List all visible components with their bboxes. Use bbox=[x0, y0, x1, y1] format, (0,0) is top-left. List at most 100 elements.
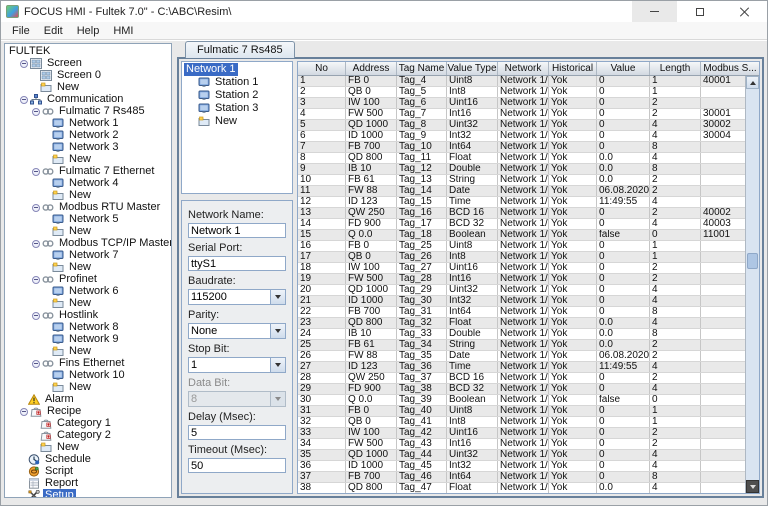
expand-toggle-icon[interactable] bbox=[19, 407, 28, 416]
scrollbar-thumb[interactable] bbox=[747, 253, 758, 270]
table-row[interactable]: 32QB 0Tag_41Int8Network 1/...Yok01 bbox=[298, 417, 745, 428]
sidebar-item-network-5-14[interactable]: Network 5 bbox=[5, 213, 171, 225]
sidebar-item-modbus-tcp-ip-master-16[interactable]: Modbus TCP/IP Master bbox=[5, 237, 171, 249]
serial-port-input[interactable] bbox=[188, 256, 286, 271]
table-row[interactable]: 35QD 1000Tag_44Uint32Network 1/...Yok04 bbox=[298, 450, 745, 461]
menu-hmi[interactable]: HMI bbox=[106, 24, 140, 38]
table-row[interactable]: 25FB 61Tag_34StringNetwork 1/...Yok0.02 bbox=[298, 340, 745, 351]
table-row[interactable]: 33IW 100Tag_42Uint16Network 1/...Yok02 bbox=[298, 428, 745, 439]
table-row[interactable]: 13QW 250Tag_16BCD 16Network 1/...Yok0240… bbox=[298, 208, 745, 219]
menu-help[interactable]: Help bbox=[70, 24, 107, 38]
sidebar-item-new-15[interactable]: New bbox=[5, 225, 171, 237]
network-name-input[interactable] bbox=[188, 223, 286, 238]
table-row[interactable]: 2QB 0Tag_5Int8Network 1/...Yok01 bbox=[298, 87, 745, 98]
sidebar-item-hostlink-22[interactable]: Hostlink bbox=[5, 309, 171, 321]
table-row[interactable]: 15Q 0.0Tag_18BooleanNetwork 1/...Yokfals… bbox=[298, 230, 745, 241]
sidebar-item-new-12[interactable]: New bbox=[5, 189, 171, 201]
sidebar-item-network-7-17[interactable]: Network 7 bbox=[5, 249, 171, 261]
column-header-network[interactable]: Network bbox=[498, 62, 549, 75]
sidebar-item-new-28[interactable]: New bbox=[5, 381, 171, 393]
sidebar-item-network-2-7[interactable]: Network 2 bbox=[5, 129, 171, 141]
table-row[interactable]: 17QB 0Tag_26Int8Network 1/...Yok01 bbox=[298, 252, 745, 263]
sidebar-item-network-9-24[interactable]: Network 9 bbox=[5, 333, 171, 345]
sidebar-item-fulmatic-7-rs485-5[interactable]: Fulmatic 7 Rs485 bbox=[5, 105, 171, 117]
table-row[interactable]: 24IB 10Tag_33DoubleNetwork 1/...Yok0.08 bbox=[298, 329, 745, 340]
table-row[interactable]: 18IW 100Tag_27Uint16Network 1/...Yok02 bbox=[298, 263, 745, 274]
sidebar-item-network-4-11[interactable]: Network 4 bbox=[5, 177, 171, 189]
expand-toggle-icon[interactable] bbox=[31, 311, 40, 320]
table-row[interactable]: 37FB 700Tag_46Int64Network 1/...Yok08 bbox=[298, 472, 745, 483]
sidebar-item-communication[interactable]: Communication bbox=[5, 93, 171, 105]
sidebar-item-new-3[interactable]: New bbox=[5, 81, 171, 93]
sidebar-item-alarm[interactable]: Alarm bbox=[5, 393, 171, 405]
table-row[interactable]: 10FB 61Tag_13StringNetwork 1/...Yok0.02 bbox=[298, 175, 745, 186]
table-row[interactable]: 31FB 0Tag_40Uint8Network 1/...Yok01 bbox=[298, 406, 745, 417]
scroll-down-button[interactable] bbox=[746, 480, 759, 493]
minimize-button[interactable] bbox=[632, 1, 677, 22]
table-row[interactable]: 1FB 0Tag_4Uint8Network 1/...Yok0140001 bbox=[298, 76, 745, 87]
timeout-msec-input[interactable] bbox=[188, 458, 286, 473]
sidebar-item-new-21[interactable]: New bbox=[5, 297, 171, 309]
sidebar-item-modbus-rtu-master-13[interactable]: Modbus RTU Master bbox=[5, 201, 171, 213]
column-header-address[interactable]: Address bbox=[346, 62, 397, 75]
maximize-button[interactable] bbox=[677, 1, 722, 22]
table-row[interactable]: 26FW 88Tag_35DateNetwork 1/...Yok06.08.2… bbox=[298, 351, 745, 362]
column-header-no[interactable]: No bbox=[298, 62, 346, 75]
column-header-value-type[interactable]: Value Type bbox=[447, 62, 498, 75]
baudrate-dropdown[interactable]: 115200 bbox=[188, 289, 286, 305]
table-row[interactable]: 21ID 1000Tag_30Int32Network 1/...Yok04 bbox=[298, 296, 745, 307]
sidebar-item-network-10-27[interactable]: Network 10 bbox=[5, 369, 171, 381]
column-header-length[interactable]: Length bbox=[650, 62, 701, 75]
sidebar-item-setup[interactable]: Setup bbox=[5, 489, 171, 497]
sidebar-item-network-1-6[interactable]: Network 1 bbox=[5, 117, 171, 129]
parity-dropdown[interactable]: None bbox=[188, 323, 286, 339]
table-row[interactable]: 29FD 900Tag_38BCD 32Network 1/...Yok04 bbox=[298, 384, 745, 395]
expand-toggle-icon[interactable] bbox=[31, 203, 40, 212]
table-row[interactable]: 11FW 88Tag_14DateNetwork 1/...Yok06.08.2… bbox=[298, 186, 745, 197]
column-header-value[interactable]: Value bbox=[597, 62, 650, 75]
expand-toggle-icon[interactable] bbox=[19, 95, 28, 104]
column-header-tag-name[interactable]: Tag Name bbox=[397, 62, 447, 75]
expand-toggle-icon[interactable] bbox=[31, 359, 40, 368]
stop-bit-dropdown[interactable]: 1 bbox=[188, 357, 286, 373]
sidebar-item-fultek[interactable]: FULTEK bbox=[5, 45, 171, 57]
sidebar-item-category-2-32[interactable]: Category 2 bbox=[5, 429, 171, 441]
table-row[interactable]: 19FW 500Tag_28Int16Network 1/...Yok02 bbox=[298, 274, 745, 285]
expand-toggle-icon[interactable] bbox=[19, 59, 28, 68]
sidebar-item-category-1-31[interactable]: Category 1 bbox=[5, 417, 171, 429]
sidebar-item-new-18[interactable]: New bbox=[5, 261, 171, 273]
table-row[interactable]: 34FW 500Tag_43Int16Network 1/...Yok02 bbox=[298, 439, 745, 450]
close-button[interactable] bbox=[722, 1, 767, 22]
table-row[interactable]: 6ID 1000Tag_9Int32Network 1/...Yok043000… bbox=[298, 131, 745, 142]
table-row[interactable]: 30Q 0.0Tag_39BooleanNetwork 1/...Yokfals… bbox=[298, 395, 745, 406]
scrollbar-track[interactable] bbox=[746, 89, 759, 480]
table-row[interactable]: 16FB 0Tag_25Uint8Network 1/...Yok01 bbox=[298, 241, 745, 252]
sidebar-item-screen[interactable]: Screen bbox=[5, 57, 171, 69]
table-row[interactable]: 20QD 1000Tag_29Uint32Network 1/...Yok04 bbox=[298, 285, 745, 296]
table-vertical-scrollbar[interactable] bbox=[745, 76, 759, 493]
table-row[interactable]: 28QW 250Tag_37BCD 16Network 1/...Yok02 bbox=[298, 373, 745, 384]
expand-toggle-icon[interactable] bbox=[31, 167, 40, 176]
table-row[interactable]: 7FB 700Tag_10Int64Network 1/...Yok08 bbox=[298, 142, 745, 153]
network-tree-item-station-3[interactable]: Station 3 bbox=[182, 102, 292, 115]
tab-fulmatic-7-rs485[interactable]: Fulmatic 7 Rs485 bbox=[185, 41, 295, 58]
sidebar-item-profinet-19[interactable]: Profinet bbox=[5, 273, 171, 285]
sidebar-item-new-9[interactable]: New bbox=[5, 153, 171, 165]
table-row[interactable]: 8QD 800Tag_11FloatNetwork 1/...Yok0.04 bbox=[298, 153, 745, 164]
table-row[interactable]: 38QD 800Tag_47FloatNetwork 1/...Yok0.04 bbox=[298, 483, 745, 493]
network-tree-item-station-2[interactable]: Station 2 bbox=[182, 89, 292, 102]
expand-toggle-icon[interactable] bbox=[31, 107, 40, 116]
sidebar-item-network-3-8[interactable]: Network 3 bbox=[5, 141, 171, 153]
table-row[interactable]: 22FB 700Tag_31Int64Network 1/...Yok08 bbox=[298, 307, 745, 318]
network-tree-item-station-1[interactable]: Station 1 bbox=[182, 76, 292, 89]
network-tree-item-new[interactable]: New bbox=[182, 115, 292, 128]
table-row[interactable]: 23QD 800Tag_32FloatNetwork 1/...Yok0.04 bbox=[298, 318, 745, 329]
menu-file[interactable]: File bbox=[5, 24, 37, 38]
table-row[interactable]: 14FD 900Tag_17BCD 32Network 1/...Yok0440… bbox=[298, 219, 745, 230]
expand-toggle-icon[interactable] bbox=[31, 275, 40, 284]
table-row[interactable]: 27ID 123Tag_36TimeNetwork 1/...Yok11:49:… bbox=[298, 362, 745, 373]
sidebar-item-new-25[interactable]: New bbox=[5, 345, 171, 357]
table-row[interactable]: 3IW 100Tag_6Uint16Network 1/...Yok02 bbox=[298, 98, 745, 109]
sidebar-item-new-33[interactable]: New bbox=[5, 441, 171, 453]
table-row[interactable]: 12ID 123Tag_15TimeNetwork 1/...Yok11:49:… bbox=[298, 197, 745, 208]
